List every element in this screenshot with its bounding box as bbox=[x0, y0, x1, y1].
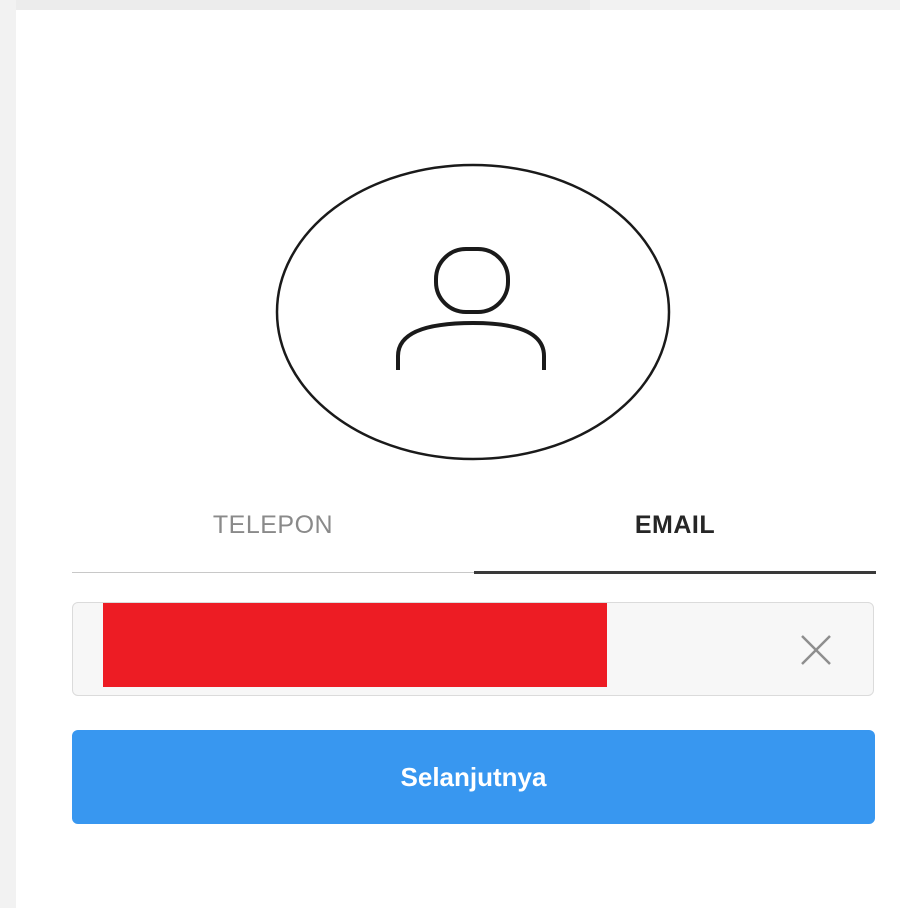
clear-input-button[interactable] bbox=[799, 633, 833, 667]
tab-email-label: EMAIL bbox=[634, 510, 716, 539]
signup-method-tabs: TELEPON EMAIL bbox=[72, 490, 876, 574]
tab-email-active-indicator bbox=[474, 571, 876, 574]
redaction-block bbox=[103, 603, 607, 687]
user-silhouette-icon bbox=[275, 163, 671, 461]
next-button[interactable]: Selanjutnya bbox=[72, 730, 875, 824]
close-icon bbox=[801, 635, 831, 665]
tab-telepon-underline bbox=[72, 572, 474, 573]
top-edge-strip bbox=[16, 0, 590, 10]
tab-telepon-label: TELEPON bbox=[212, 510, 334, 539]
email-field[interactable] bbox=[72, 602, 874, 696]
next-button-label: Selanjutnya bbox=[400, 761, 547, 792]
tab-telepon[interactable]: TELEPON bbox=[72, 490, 474, 574]
profile-avatar bbox=[274, 163, 672, 461]
tab-email[interactable]: EMAIL bbox=[474, 490, 876, 574]
